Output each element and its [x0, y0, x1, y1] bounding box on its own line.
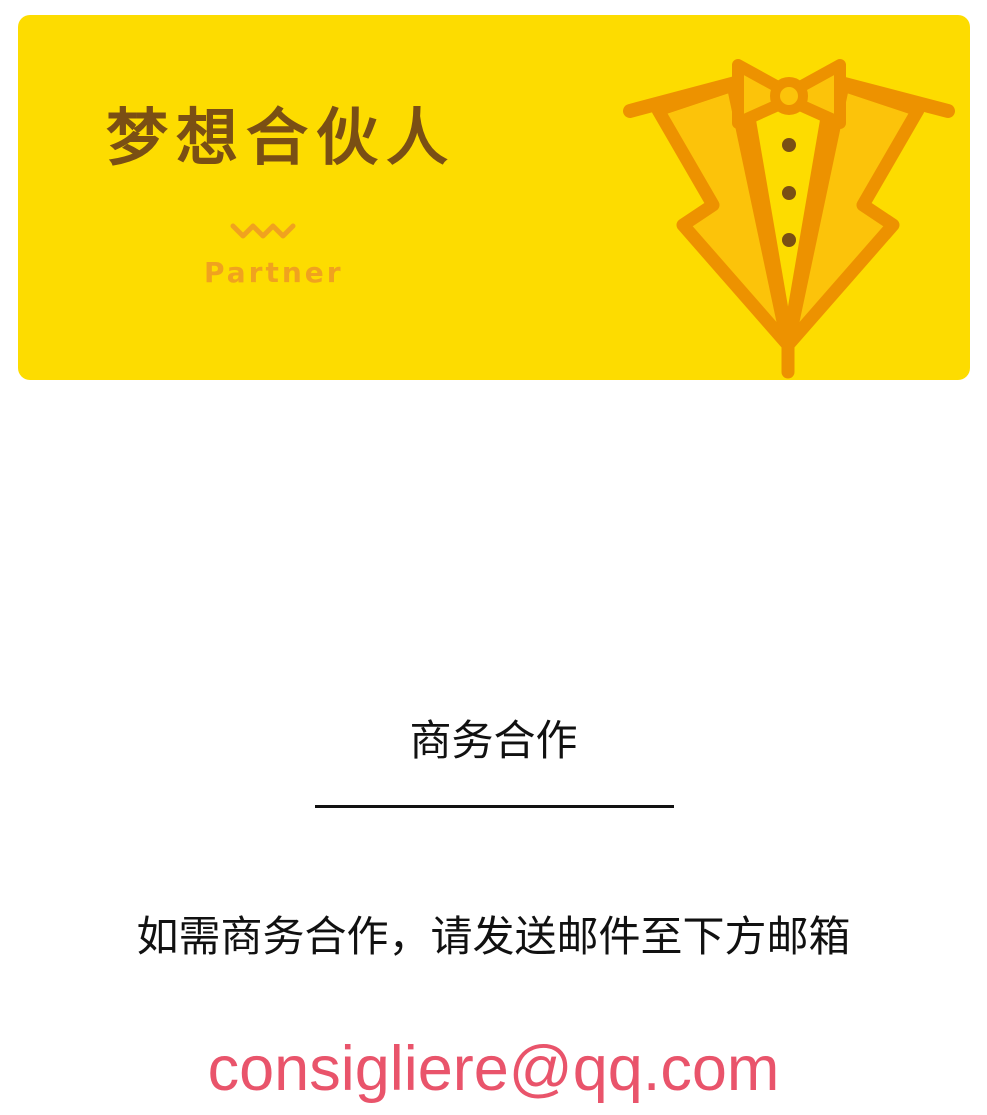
- partner-banner: 梦想合伙人 Partner: [18, 15, 970, 380]
- banner-subtitle: Partner: [204, 256, 344, 289]
- zigzag-divider-icon: [230, 223, 296, 239]
- tuxedo-icon: [623, 59, 955, 379]
- contact-email-link[interactable]: consigliere@qq.com: [0, 1032, 987, 1108]
- section-heading: 商务合作: [409, 716, 578, 765]
- banner-title: 梦想合伙人: [106, 101, 457, 174]
- heading-divider: [315, 805, 674, 808]
- instruction-text: 如需商务合作，请发送邮件至下方邮箱: [136, 912, 851, 961]
